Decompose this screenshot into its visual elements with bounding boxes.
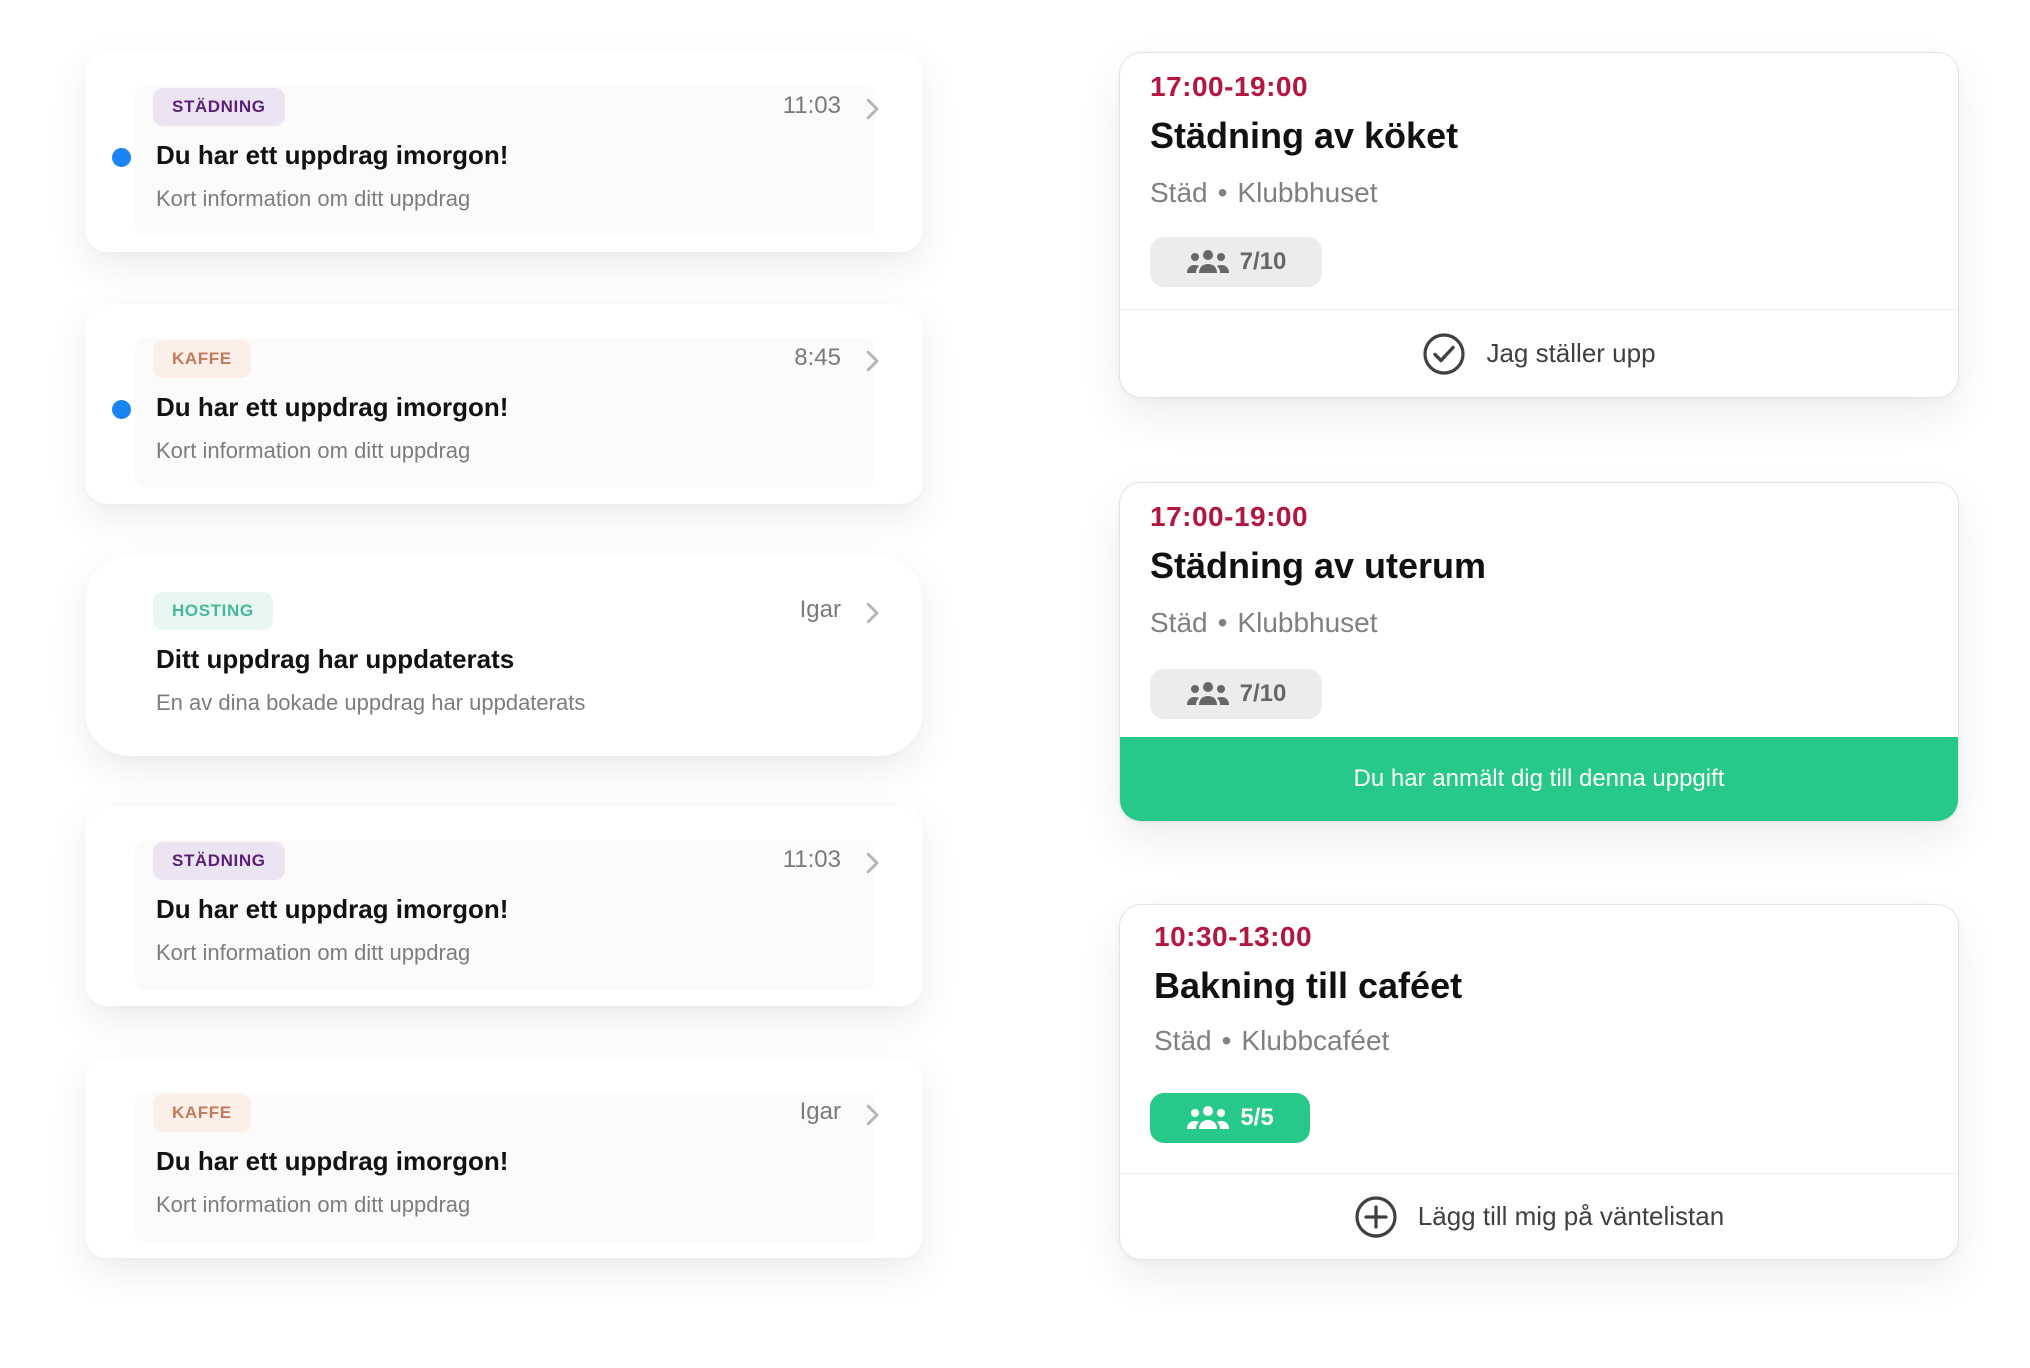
meta-separator: • [1217, 177, 1228, 208]
sign-up-label: Jag ställer upp [1486, 338, 1656, 368]
people-icon [1187, 1106, 1230, 1129]
chevron-right-icon[interactable] [857, 94, 887, 124]
unread-dot [112, 400, 131, 419]
notification-subtitle: Kort information om ditt uppdrag [156, 186, 471, 211]
people-icon [1186, 250, 1229, 273]
task-location: Klubbhuset [1237, 177, 1378, 208]
task-time: 17:00-19:00 [1150, 501, 1309, 532]
category-tag: STÄDNING [153, 88, 285, 126]
meta-separator: • [1221, 1025, 1232, 1056]
capacity-badge: 7/10 [1150, 669, 1322, 719]
category-tag: STÄDNING [153, 842, 285, 880]
task-title: Bakning till caféet [1154, 965, 1463, 1006]
notification-time: 11:03 [782, 846, 841, 873]
notification-subtitle: Kort information om ditt uppdrag [156, 438, 471, 463]
notification-title: Du har ett uppdrag imorgon! [156, 1146, 509, 1176]
capacity-badge: 5/5 [1150, 1093, 1310, 1143]
capacity-count: 7/10 [1239, 248, 1287, 275]
sign-up-button[interactable]: Jag ställer upp [1120, 309, 1958, 397]
notification-time: Igar [799, 1098, 841, 1125]
task-title: Städning av köket [1150, 115, 1459, 156]
task-category: Städ [1150, 177, 1208, 208]
notification-card[interactable]: KAFFE 8:45 Du har ett uppdrag imorgon! K… [85, 304, 923, 504]
task-meta: Städ • Klubbhuset [1150, 607, 1378, 639]
notification-time: 11:03 [782, 92, 841, 119]
category-tag: KAFFE [153, 340, 251, 378]
task-category: Städ [1150, 607, 1208, 638]
notification-subtitle: En av dina bokade uppdrag har uppdaterat… [156, 690, 586, 715]
task-card[interactable]: 17:00-19:00 Städning av köket Städ • Klubb… [1119, 52, 1959, 398]
notification-title: Du har ett uppdrag imorgon! [156, 140, 509, 170]
unread-dot [112, 148, 131, 167]
people-icon [1186, 682, 1229, 705]
notification-card[interactable]: STÄDNING 11:03 Du har ett uppdrag imorgo… [85, 806, 923, 1006]
task-card[interactable]: 10:30-13:00 Bakning till caféet Städ • Klu… [1119, 904, 1959, 1260]
check-circle-icon [1423, 332, 1466, 375]
chevron-right-icon[interactable] [857, 848, 887, 878]
task-meta: Städ • Klubbcaféet [1154, 1025, 1389, 1057]
chevron-right-icon[interactable] [857, 598, 887, 628]
task-title: Städning av uterum [1150, 545, 1487, 586]
notification-time: Igar [799, 596, 841, 623]
task-card[interactable]: 17:00-19:00 Städning av uterum Städ • Klub… [1119, 482, 1959, 822]
notification-card[interactable]: STÄDNING 11:03 Du har ett uppdrag imorgo… [85, 52, 923, 252]
plus-circle-icon [1355, 1195, 1397, 1238]
notification-title: Ditt uppdrag har uppdaterats [156, 644, 515, 674]
notification-card[interactable]: KAFFE Igar Du har ett uppdrag imorgon! K… [85, 1058, 923, 1258]
task-location: Klubbhuset [1237, 607, 1378, 638]
task-category: Städ [1154, 1025, 1212, 1056]
category-tag: KAFFE [153, 1094, 251, 1132]
notification-subtitle: Kort information om ditt uppdrag [156, 1192, 471, 1217]
task-time: 10:30-13:00 [1154, 921, 1313, 952]
signed-up-label: Du har anmält dig till denna uppgift [1353, 765, 1725, 792]
task-location: Klubbcaféet [1241, 1025, 1390, 1056]
join-waitlist-label: Lägg till mig på väntelistan [1417, 1201, 1725, 1231]
chevron-right-icon[interactable] [857, 346, 887, 376]
notification-time: 8:45 [794, 344, 841, 371]
notification-title: Du har ett uppdrag imorgon! [156, 894, 509, 924]
chevron-right-icon[interactable] [857, 1100, 887, 1130]
join-waitlist-button[interactable]: Lägg till mig på väntelistan [1120, 1173, 1958, 1259]
task-time: 17:00-19:00 [1150, 71, 1309, 102]
capacity-badge: 7/10 [1150, 237, 1322, 287]
signed-up-banner: Du har anmält dig till denna uppgift [1120, 737, 1958, 821]
notification-card[interactable]: HOSTING Igar Ditt uppdrag har uppdaterat… [85, 556, 923, 756]
meta-separator: • [1217, 607, 1228, 638]
task-meta: Städ • Klubbhuset [1150, 177, 1378, 209]
notification-subtitle: Kort information om ditt uppdrag [156, 940, 471, 965]
capacity-count: 7/10 [1239, 680, 1287, 707]
category-tag: HOSTING [153, 592, 273, 630]
capacity-count: 5/5 [1240, 1104, 1274, 1131]
notification-title: Du har ett uppdrag imorgon! [156, 392, 509, 422]
